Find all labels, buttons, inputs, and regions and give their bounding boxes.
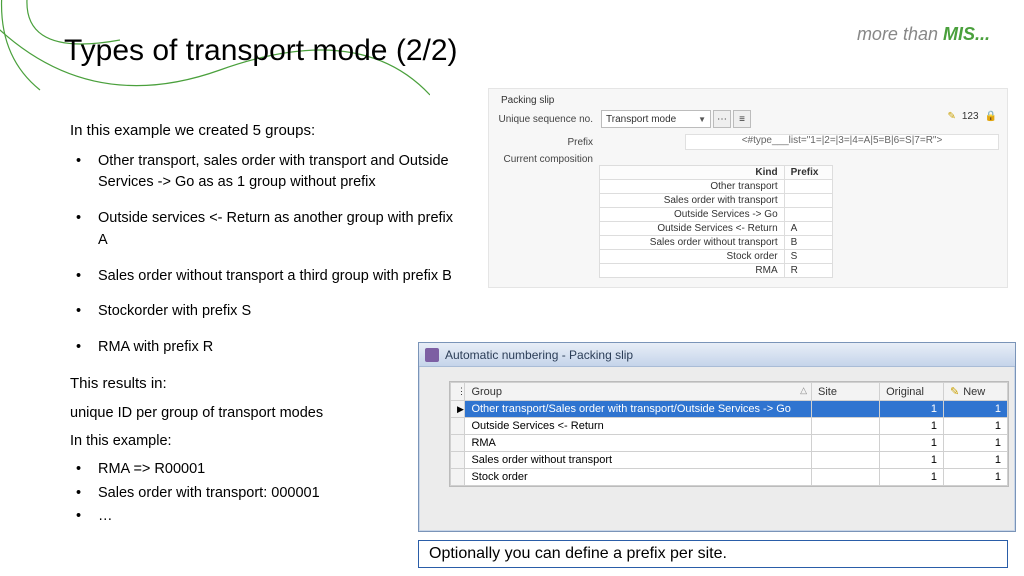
grid-row[interactable]: Outside Services <- Return 11 [451,418,1008,435]
example-heading: In this example: [70,431,460,453]
new-cell[interactable]: 1 [944,401,1008,418]
results-line: unique ID per group of transport modes [70,403,460,425]
original-cell: 1 [880,435,944,452]
kind-row: Sales order without transportB [600,236,833,250]
explanation-column: In this example we created 5 groups: Oth… [70,120,460,538]
packing-slip-panel: Packing slip Unique sequence no. Transpo… [488,88,1008,288]
results-heading: This results in: [70,373,460,396]
row-handle[interactable] [451,452,465,469]
grid-row[interactable]: Sales order without transport 11 [451,452,1008,469]
brand-pre: more than [857,24,943,44]
panel-heading: Packing slip [501,95,999,106]
original-cell: 1 [880,418,944,435]
intro-text: In this example we created 5 groups: [70,120,460,143]
row-handle[interactable] [451,435,465,452]
kind-header: Kind [600,166,785,180]
grid-row[interactable]: Stock order 11 [451,469,1008,486]
prefix-header: Prefix [784,166,832,180]
site-cell [812,452,880,469]
col-new[interactable]: New [944,383,1008,401]
example-bullet-list: RMA => R00001Sales order with transport:… [70,459,460,528]
kind-row: Outside Services -> Go [600,208,833,222]
col-site[interactable]: Site [812,383,880,401]
seq-count: 123 [962,111,979,122]
new-cell[interactable]: 1 [944,435,1008,452]
prefix-formula[interactable]: <#type___list="1=|2=|3=|4=A|5=B|6=S|7=R"… [685,134,999,150]
kind-prefix-table: Kind Prefix Other transportSales order w… [599,165,833,278]
kind-cell: Sales order with transport [600,194,785,208]
group-bullet-list: Other transport, sales order with transp… [70,151,460,359]
new-cell[interactable]: 1 [944,469,1008,486]
seq-value: Transport mode [606,114,676,125]
row-handle[interactable] [451,469,465,486]
kind-cell: Outside Services <- Return [600,222,785,236]
numbering-grid[interactable]: ⋮ Group△ Site Original New ▶Other transp… [450,382,1008,486]
kind-row: Outside Services <- ReturnA [600,222,833,236]
seq-label: Unique sequence no. [497,114,601,125]
col-group[interactable]: Group△ [465,383,812,401]
site-cell [812,418,880,435]
prefix-label: Prefix [497,137,601,148]
site-cell [812,469,880,486]
site-cell [812,401,880,418]
callout-note: Optionally you can define a prefix per s… [418,540,1008,568]
grid-row[interactable]: ▶Other transport/Sales order with transp… [451,401,1008,418]
prefix-cell[interactable]: R [784,264,832,278]
bullet-item: RMA with prefix R [98,337,460,359]
kind-row: Sales order with transport [600,194,833,208]
new-cell[interactable]: 1 [944,418,1008,435]
seq-list-button[interactable]: ≡ [733,110,751,128]
kind-row: Stock orderS [600,250,833,264]
composition-label: Current composition [497,154,601,165]
group-cell: Outside Services <- Return [465,418,812,435]
seq-dropdown[interactable]: Transport mode ▼ [601,110,711,128]
example-bullet-item: Sales order with transport: 000001 [98,483,460,505]
group-cell: Stock order [465,469,812,486]
window-title-text: Automatic numbering - Packing slip [445,348,633,362]
bullet-item: Sales order without transport a third gr… [98,266,460,288]
prefix-cell[interactable] [784,180,832,194]
bullet-item: Other transport, sales order with transp… [98,151,460,195]
bullet-item: Outside services <- Return as another gr… [98,208,460,252]
new-cell[interactable]: 1 [944,452,1008,469]
col-original[interactable]: Original [880,383,944,401]
example-bullet-item: RMA => R00001 [98,459,460,481]
original-cell: 1 [880,452,944,469]
kind-cell: Sales order without transport [600,236,785,250]
kind-cell: RMA [600,264,785,278]
group-cell: Sales order without transport [465,452,812,469]
kind-row: RMAR [600,264,833,278]
brand-em: MIS... [943,24,990,44]
numbering-window: Automatic numbering - Packing slip ⋮ Gro… [418,342,1016,532]
kind-cell: Outside Services -> Go [600,208,785,222]
row-handle[interactable]: ▶ [451,401,465,418]
page-title: Types of transport mode (2/2) [64,34,458,68]
app-icon [425,348,439,362]
original-cell: 1 [880,469,944,486]
brand-tagline: more than MIS... [857,24,990,45]
row-handle[interactable] [451,418,465,435]
prefix-cell[interactable]: A [784,222,832,236]
prefix-cell[interactable] [784,194,832,208]
example-bullet-item: … [98,506,460,528]
bullet-item: Stockorder with prefix S [98,301,460,323]
prefix-cell[interactable] [784,208,832,222]
kind-cell: Stock order [600,250,785,264]
grid-row[interactable]: RMA 11 [451,435,1008,452]
group-cell: Other transport/Sales order with transpo… [465,401,812,418]
window-titlebar: Automatic numbering - Packing slip [419,343,1015,367]
row-handle-header: ⋮ [451,383,465,401]
pencil-icon: ✎ [947,111,955,122]
site-cell [812,435,880,452]
sort-asc-icon: △ [800,385,807,396]
chevron-down-icon: ▼ [698,115,706,124]
group-cell: RMA [465,435,812,452]
prefix-cell[interactable]: S [784,250,832,264]
original-cell: 1 [880,401,944,418]
kind-row: Other transport [600,180,833,194]
lock-icon: 🔒 [985,111,997,122]
prefix-cell[interactable]: B [784,236,832,250]
seq-edit-button[interactable]: ⋯ [713,110,731,128]
kind-cell: Other transport [600,180,785,194]
